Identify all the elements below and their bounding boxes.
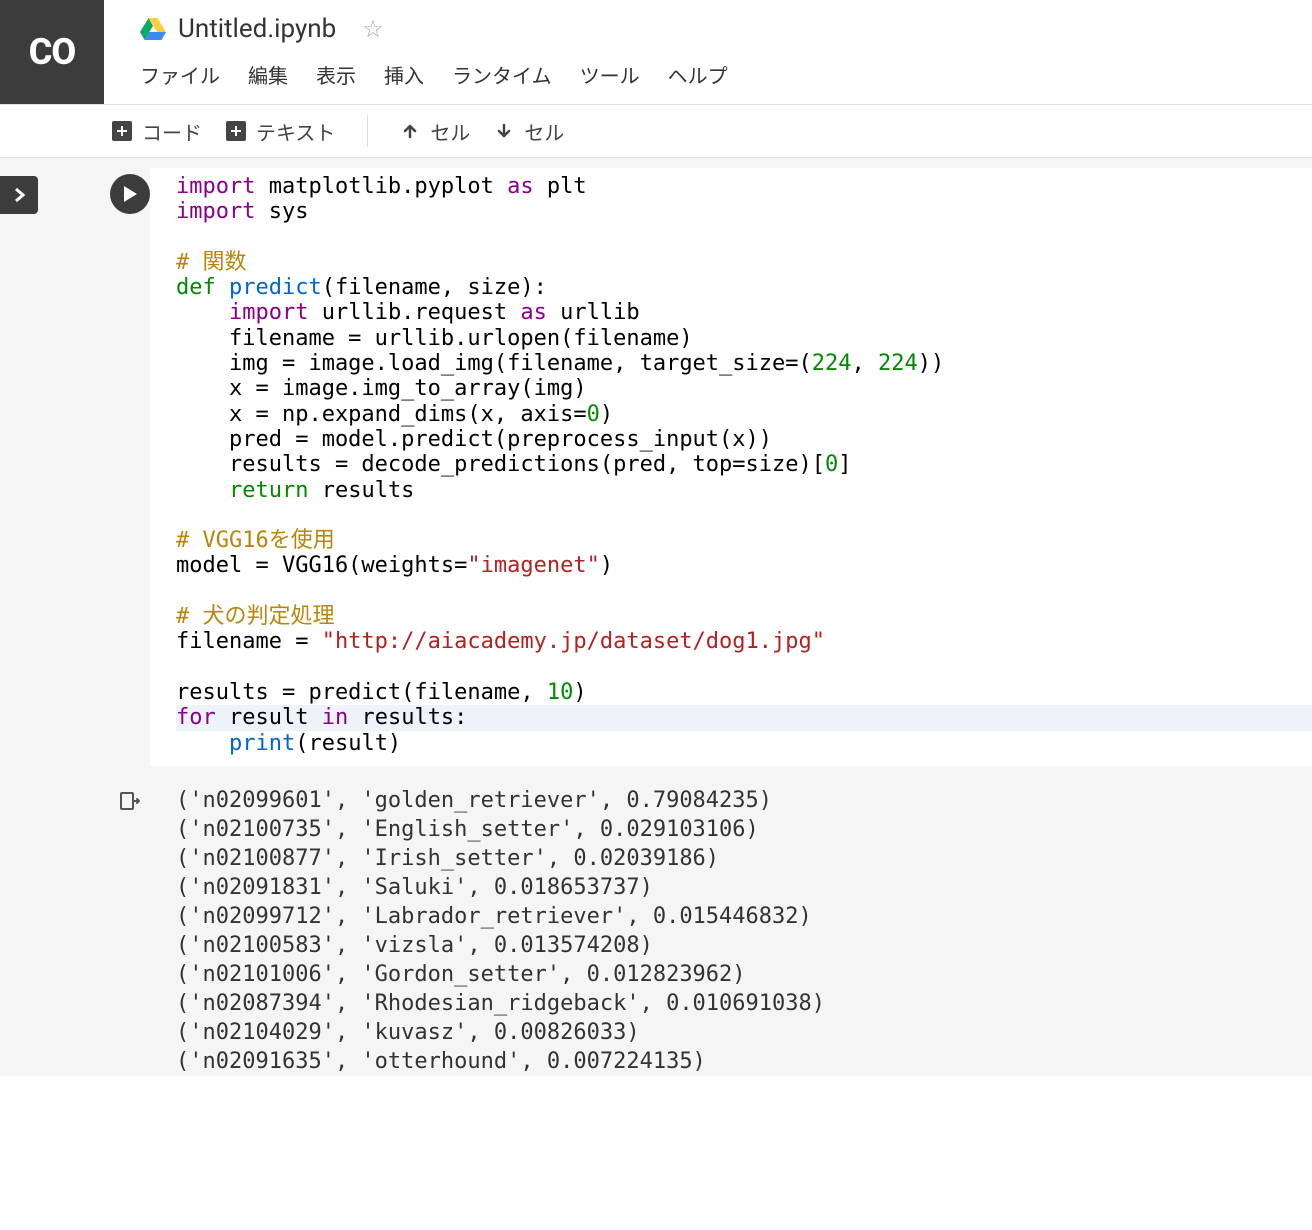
plus-icon: [112, 121, 132, 141]
body: import matplotlib.pyplot as plt import s…: [0, 158, 1312, 1076]
output-line: ('n02091635', 'otterhound', 0.007224135): [176, 1047, 1312, 1076]
menu-edit[interactable]: 編集: [248, 60, 288, 89]
menu-insert[interactable]: 挿入: [384, 60, 424, 89]
arrow-up-icon: [400, 121, 420, 141]
output-icon[interactable]: [110, 786, 150, 812]
title-row: Untitled.ipynb ☆: [140, 14, 1312, 44]
header-content: Untitled.ipynb ☆ ファイル 編集 表示 挿入 ランタイム ツール…: [104, 0, 1312, 101]
cell-up-button[interactable]: セル: [400, 117, 470, 146]
separator: [367, 115, 368, 147]
add-text-label: テキスト: [256, 117, 335, 146]
output-cell: ('n02099601', 'golden_retriever', 0.7908…: [110, 766, 1312, 1076]
cell-up-label: セル: [430, 117, 470, 146]
star-icon[interactable]: ☆: [362, 15, 384, 43]
output-line: ('n02087394', 'Rhodesian_ridgeback', 0.0…: [176, 989, 1312, 1018]
header: CO Untitled.ipynb ☆ ファイル 編集 表示 挿入 ランタイム …: [0, 0, 1312, 105]
plus-icon: [226, 121, 246, 141]
menu-view[interactable]: 表示: [316, 60, 356, 89]
output-line: ('n02101006', 'Gordon_setter', 0.0128239…: [176, 960, 1312, 989]
output-line: ('n02100583', 'vizsla', 0.013574208): [176, 931, 1312, 960]
logo: CO: [0, 0, 104, 104]
cell-down-button[interactable]: セル: [494, 117, 564, 146]
menu-runtime[interactable]: ランタイム: [452, 60, 552, 89]
main-content: import matplotlib.pyplot as plt import s…: [38, 158, 1312, 1076]
sidebar-toggle-button[interactable]: [0, 176, 38, 214]
menu-file[interactable]: ファイル: [140, 60, 220, 89]
cell-down-label: セル: [524, 117, 564, 146]
drive-icon: [140, 18, 166, 40]
menu-help[interactable]: ヘルプ: [668, 60, 728, 89]
output-line: ('n02099712', 'Labrador_retriever', 0.01…: [176, 902, 1312, 931]
code-editor[interactable]: import matplotlib.pyplot as plt import s…: [150, 168, 1312, 766]
notebook-title[interactable]: Untitled.ipynb: [178, 14, 336, 44]
output-line: ('n02104029', 'kuvasz', 0.00826033): [176, 1018, 1312, 1047]
output-text: ('n02099601', 'golden_retriever', 0.7908…: [150, 786, 1312, 1076]
add-text-button[interactable]: テキスト: [226, 117, 335, 146]
toolbar: コード テキスト セル セル: [0, 105, 1312, 158]
menu-tools[interactable]: ツール: [580, 60, 640, 89]
run-button[interactable]: [110, 174, 150, 214]
add-code-button[interactable]: コード: [112, 117, 202, 146]
arrow-down-icon: [494, 121, 514, 141]
output-line: ('n02099601', 'golden_retriever', 0.7908…: [176, 786, 1312, 815]
output-line: ('n02100877', 'Irish_setter', 0.02039186…: [176, 844, 1312, 873]
code-cell: import matplotlib.pyplot as plt import s…: [110, 158, 1312, 766]
output-line: ('n02091831', 'Saluki', 0.018653737): [176, 873, 1312, 902]
output-line: ('n02100735', 'English_setter', 0.029103…: [176, 815, 1312, 844]
add-code-label: コード: [142, 117, 202, 146]
menu-bar: ファイル 編集 表示 挿入 ランタイム ツール ヘルプ: [140, 60, 1312, 101]
logo-text: CO: [29, 31, 75, 73]
